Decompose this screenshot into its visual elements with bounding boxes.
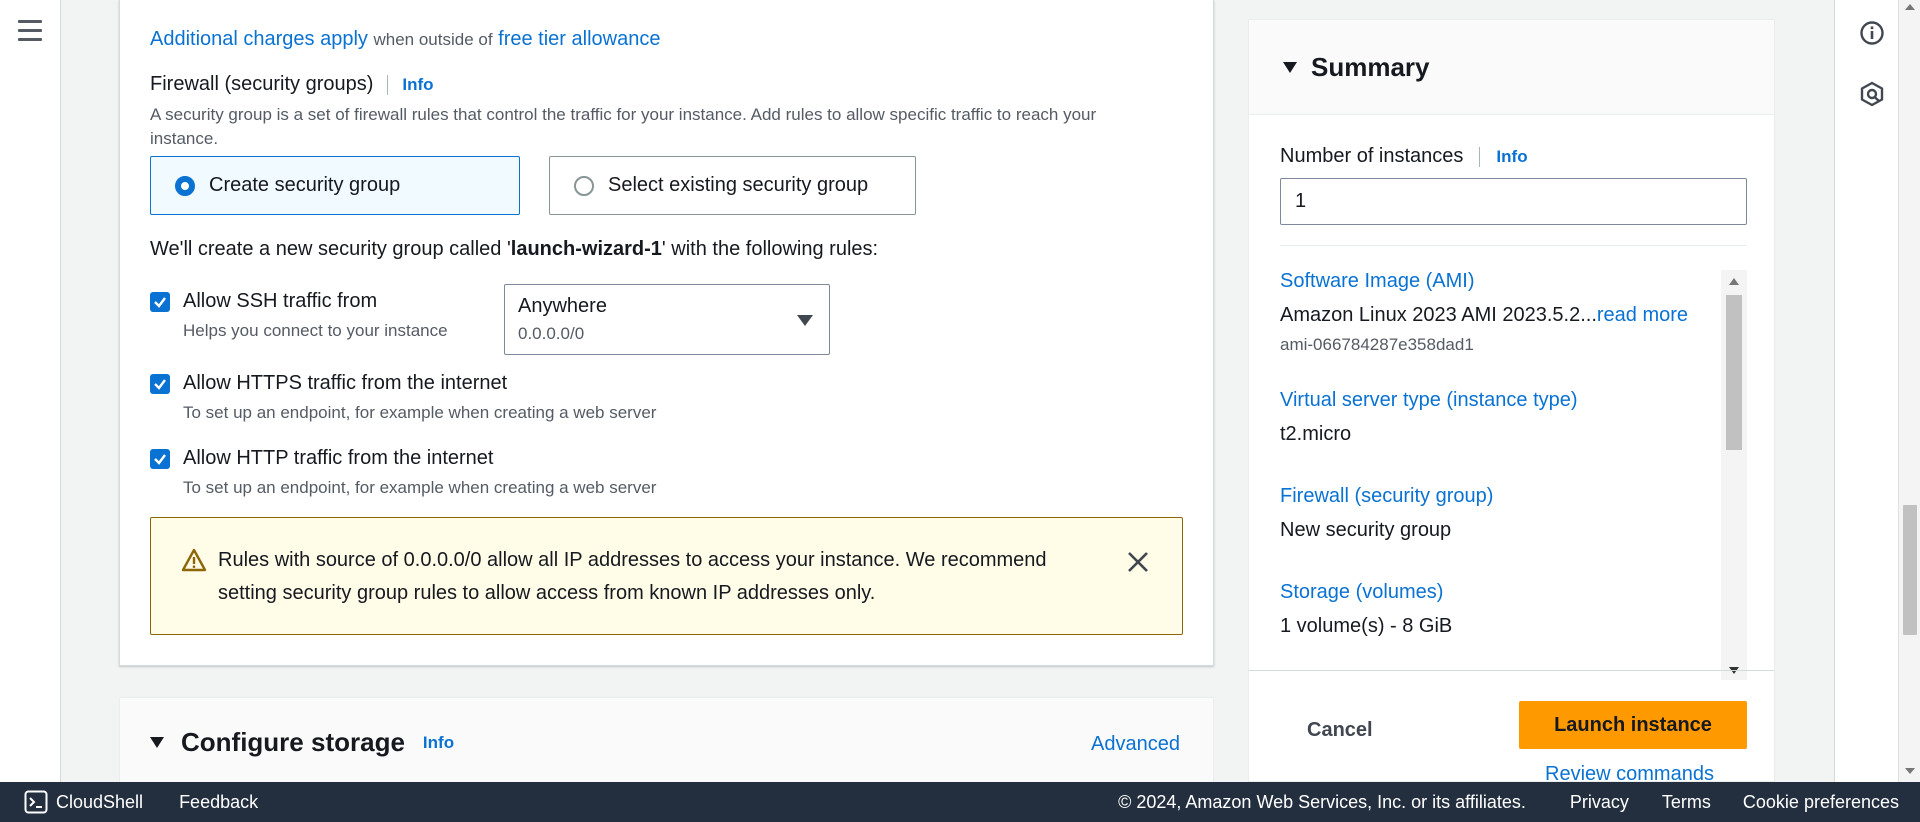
ssh-rule-label: Allow SSH traffic from — [183, 290, 378, 312]
ssh-source-cidr: 0.0.0.0/0 — [518, 324, 585, 343]
check-icon — [154, 379, 166, 390]
cloudshell-label: CloudShell — [56, 791, 144, 812]
number-of-instances-label: Number of instances Info — [1280, 145, 1528, 168]
scroll-down-arrow-icon[interactable] — [1905, 768, 1915, 774]
ssh-checkbox[interactable] — [150, 292, 170, 312]
http-rule-row: Allow HTTP traffic from the internet To … — [150, 447, 656, 498]
https-checkbox[interactable] — [150, 374, 170, 394]
sg-name: launch-wizard-1 — [510, 238, 662, 260]
summary-panel: Summary Number of instances Info Softwar… — [1248, 19, 1775, 785]
warning-icon — [181, 548, 207, 572]
ssh-source-value: Anywhere — [518, 295, 607, 317]
summary-scrollbar[interactable] — [1721, 270, 1747, 680]
cookie-preferences-link[interactable]: Cookie preferences — [1743, 792, 1899, 813]
page-scrollbar-thumb[interactable] — [1903, 505, 1917, 635]
ami-id: ami-066784287e358dad1 — [1280, 335, 1474, 354]
http-rule-hint: To set up an endpoint, for example when … — [183, 478, 657, 497]
page-scrollbar[interactable] — [1898, 0, 1920, 782]
firewall-summary: Firewall (security group) New security g… — [1280, 485, 1726, 542]
sg-text-suffix: ' with the following rules: — [661, 238, 879, 260]
collapse-caret-icon[interactable] — [150, 737, 164, 748]
security-group-summary-text: We'll create a new security group called… — [150, 238, 878, 261]
scrollbar-thumb[interactable] — [1726, 295, 1742, 450]
additional-charges-link[interactable]: Additional charges apply — [150, 28, 368, 50]
scroll-up-arrow-icon[interactable] — [1905, 4, 1915, 10]
create-security-group-label: Create security group — [209, 174, 401, 196]
scroll-up-arrow-icon[interactable] — [1729, 278, 1739, 285]
instance-type-summary: Virtual server type (instance type) t2.m… — [1280, 389, 1726, 446]
summary-details-list: Software Image (AMI) Amazon Linux 2023 A… — [1280, 270, 1726, 660]
network-settings-panel: Additional charges apply when outside of… — [119, 0, 1214, 666]
configure-storage-header: Configure storage Info — [150, 727, 454, 758]
check-icon — [154, 454, 166, 465]
cancel-button[interactable]: Cancel — [1307, 719, 1373, 742]
storage-summary: Storage (volumes) 1 volume(s) - 8 GiB — [1280, 581, 1726, 638]
advanced-link[interactable]: Advanced — [1091, 733, 1180, 756]
ssh-rule-hint: Helps you connect to your instance — [183, 321, 448, 340]
terms-link[interactable]: Terms — [1662, 792, 1711, 813]
caret-down-icon — [797, 315, 813, 326]
charges-text: when outside of — [373, 30, 493, 49]
warning-message: Rules with source of 0.0.0.0/0 allow all… — [218, 549, 1047, 604]
close-icon[interactable] — [1126, 550, 1150, 574]
select-existing-security-group-option[interactable]: Select existing security group — [549, 156, 916, 215]
configure-storage-title: Configure storage — [181, 727, 405, 757]
terminal-icon — [24, 790, 48, 814]
https-rule-label: Allow HTTPS traffic from the internet — [183, 372, 508, 394]
free-tier-link[interactable]: free tier allowance — [498, 28, 660, 50]
http-checkbox[interactable] — [150, 449, 170, 469]
instance-type-value: t2.micro — [1280, 423, 1352, 445]
console-footer: CloudShell Feedback © 2024, Amazon Web S… — [0, 782, 1920, 822]
http-rule-label: Allow HTTP traffic from the internet — [183, 447, 494, 469]
ssh-source-select[interactable]: Anywhere 0.0.0.0/0 — [504, 284, 830, 355]
summary-title: Summary — [1311, 51, 1430, 82]
ssh-rule-row: Allow SSH traffic from Helps you connect… — [150, 290, 448, 341]
cloudshell-button[interactable]: CloudShell — [24, 790, 143, 814]
storage-summary-value: 1 volume(s) - 8 GiB — [1280, 615, 1453, 637]
firewall-summary-link[interactable]: Firewall (security group) — [1280, 485, 1726, 508]
open-access-warning: Rules with source of 0.0.0.0/0 allow all… — [150, 517, 1183, 635]
https-rule-hint: To set up an endpoint, for example when … — [183, 403, 657, 422]
number-of-instances-input[interactable] — [1280, 178, 1747, 225]
firewall-summary-value: New security group — [1280, 519, 1452, 541]
create-security-group-option[interactable]: Create security group — [150, 156, 520, 215]
launch-instance-button[interactable]: Launch instance — [1519, 701, 1747, 749]
ami-summary: Software Image (AMI) Amazon Linux 2023 A… — [1280, 270, 1726, 355]
side-navigation-rail — [0, 0, 61, 782]
number-of-instances-text: Number of instances — [1280, 145, 1464, 167]
radio-unselected-icon — [574, 175, 594, 196]
copyright-text: © 2024, Amazon Web Services, Inc. or its… — [1118, 791, 1526, 812]
ami-value: Amazon Linux 2023 AMI 2023.5.2... — [1280, 304, 1597, 326]
privacy-link[interactable]: Privacy — [1570, 792, 1629, 813]
firewall-label-text: Firewall (security groups) — [150, 73, 374, 95]
storage-info-link[interactable]: Info — [423, 733, 454, 753]
storage-summary-link[interactable]: Storage (volumes) — [1280, 581, 1726, 604]
menu-icon[interactable] — [18, 20, 42, 42]
number-info-link[interactable]: Info — [1496, 147, 1527, 167]
select-existing-label: Select existing security group — [608, 174, 869, 196]
instance-type-link[interactable]: Virtual server type (instance type) — [1280, 389, 1726, 412]
feedback-link[interactable]: Feedback — [179, 792, 258, 813]
https-rule-row: Allow HTTPS traffic from the internet To… — [150, 372, 656, 423]
info-icon[interactable] — [1859, 20, 1885, 46]
ami-link[interactable]: Software Image (AMI) — [1280, 270, 1726, 293]
charges-note: Additional charges apply when outside of… — [150, 28, 660, 51]
check-icon — [154, 297, 166, 308]
firewall-description: A security group is a set of firewall ru… — [150, 105, 1097, 148]
radio-selected-icon — [175, 175, 195, 196]
firewall-label: Firewall (security groups) Info — [150, 73, 434, 96]
hexagon-settings-icon[interactable] — [1859, 81, 1885, 107]
sg-text-prefix: We'll create a new security group called… — [150, 238, 511, 260]
firewall-info-link[interactable]: Info — [402, 75, 433, 95]
read-more-link[interactable]: read more — [1597, 304, 1688, 326]
collapse-caret-icon[interactable] — [1283, 61, 1297, 73]
summary-header[interactable]: Summary — [1249, 20, 1774, 115]
